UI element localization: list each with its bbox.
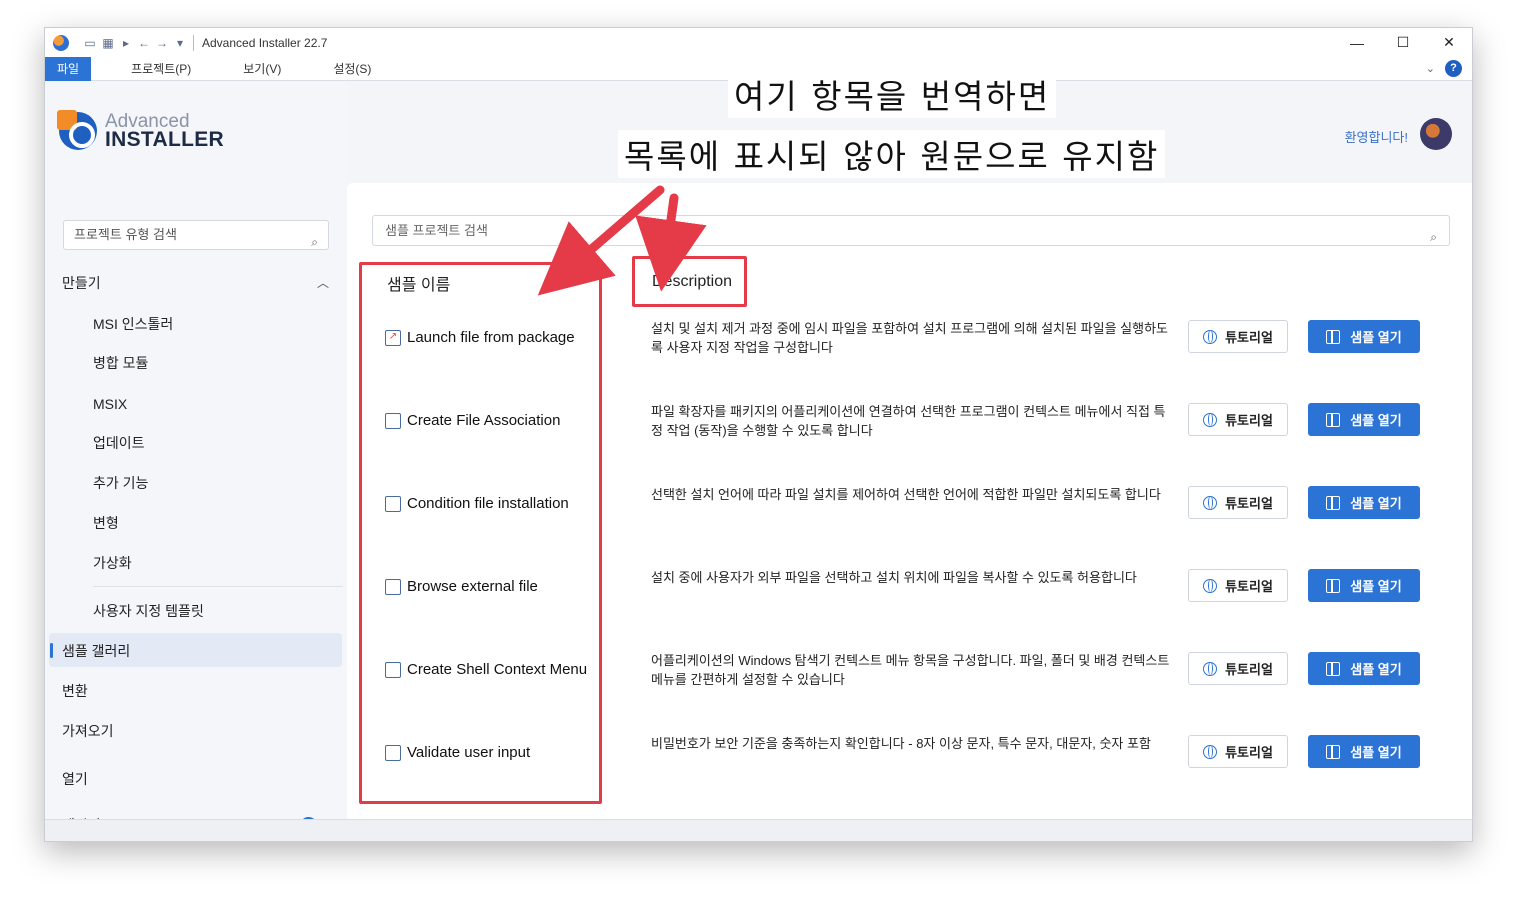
- tutorial-label: 튜토리얼: [1225, 330, 1273, 345]
- help-icon[interactable]: ?: [1445, 60, 1462, 77]
- sample-description: 어플리케이션의 Windows 탐색기 컨텍스트 메뉴 항목을 구성합니다. 파…: [651, 653, 1170, 687]
- sample-description: 파일 확장자를 패키지의 어플리케이션에 연결하여 선택한 프로그램이 컨텍스트…: [651, 404, 1166, 438]
- sidebar-item-update[interactable]: 업데이트: [93, 432, 145, 454]
- open-sample-label: 샘플 열기: [1350, 662, 1402, 677]
- tutorial-label: 튜토리얼: [1225, 579, 1273, 594]
- sidebar-item-sample-gallery[interactable]: 샘플 갤러리: [62, 640, 130, 662]
- sample-search-input[interactable]: 샘플 프로젝트 검색 ⌕: [372, 215, 1450, 246]
- menu-project[interactable]: 프로젝트(P): [119, 57, 203, 81]
- sidebar-item-open[interactable]: 열기: [62, 768, 88, 790]
- logo-line2: INSTALLER: [105, 128, 224, 151]
- annotation-text-line2: 목록에 표시되 않아 원문으로 유지함: [618, 130, 1166, 178]
- sample-search-placeholder: 샘플 프로젝트 검색: [385, 223, 488, 238]
- avatar[interactable]: [1420, 118, 1452, 150]
- window-title: Advanced Installer 22.7: [202, 35, 328, 50]
- open-sample-icon: [1326, 495, 1341, 510]
- sample-description: 비밀번호가 보안 기준을 충족하는지 확인합니다 - 8자 이상 문자, 특수 …: [651, 736, 1151, 751]
- sample-description: 설치 중에 사용자가 외부 파일을 선택하고 설치 위치에 파일을 복사할 수 …: [651, 570, 1137, 585]
- open-sample-button[interactable]: 샘플 열기: [1308, 486, 1420, 519]
- open-sample-label: 샘플 열기: [1350, 330, 1402, 345]
- open-sample-button[interactable]: 샘플 열기: [1308, 569, 1420, 602]
- annotation-box-description: [632, 256, 747, 307]
- globe-icon: [1203, 744, 1218, 759]
- sample-description: 선택한 설치 언어에 따라 파일 설치를 제어하여 선택한 언어에 적합한 파일…: [651, 487, 1161, 502]
- open-sample-label: 샘플 열기: [1350, 413, 1402, 428]
- sidebar-item-virtualization[interactable]: 가상화: [93, 552, 132, 574]
- menu-file[interactable]: 파일: [45, 56, 92, 81]
- sidebar-item-import[interactable]: 가져오기: [62, 720, 114, 742]
- close-button[interactable]: ✕: [1426, 28, 1472, 57]
- open-sample-button[interactable]: 샘플 열기: [1308, 652, 1420, 685]
- dropdown-icon[interactable]: ▾: [173, 36, 187, 50]
- open-sample-button[interactable]: 샘플 열기: [1308, 735, 1420, 768]
- open-sample-button[interactable]: 샘플 열기: [1308, 320, 1420, 353]
- selected-indicator: [50, 643, 53, 658]
- tutorial-button[interactable]: 튜토리얼: [1188, 486, 1288, 519]
- ribbon-collapse-icon[interactable]: ⌄: [1426, 62, 1435, 75]
- annotation-text-line1: 여기 항목을 번역하면: [728, 70, 1057, 118]
- tutorial-label: 튜토리얼: [1225, 662, 1273, 677]
- tutorial-label: 튜토리얼: [1225, 496, 1273, 511]
- back-icon[interactable]: ←: [137, 36, 151, 50]
- annotation-box-sample-names: [359, 262, 602, 804]
- menu-settings[interactable]: 설정(S): [321, 57, 383, 81]
- app-icon: [53, 34, 69, 51]
- open-sample-icon: [1326, 412, 1341, 427]
- logo: Advanced INSTALLER: [57, 110, 224, 151]
- quick-access-toolbar: ▭ ▦ ▸ ← → ▾: [83, 36, 187, 50]
- run-icon[interactable]: ▸: [119, 36, 133, 50]
- minimize-button[interactable]: —: [1334, 28, 1380, 57]
- chevron-up-icon[interactable]: ︿: [317, 274, 329, 291]
- project-type-search[interactable]: 프로젝트 유형 검색 ⌕: [63, 220, 329, 250]
- tutorial-button[interactable]: 튜토리얼: [1188, 403, 1288, 436]
- open-sample-label: 샘플 열기: [1350, 745, 1402, 760]
- open-sample-icon: [1326, 329, 1341, 344]
- title-bar: ▭ ▦ ▸ ← → ▾ Advanced Installer 22.7 — ☐ …: [45, 28, 1472, 57]
- logo-icon: [57, 110, 97, 150]
- globe-icon: [1203, 329, 1218, 344]
- tutorial-button[interactable]: 튜토리얼: [1188, 652, 1288, 685]
- sidebar-item-msi[interactable]: MSI 인스톨러: [93, 313, 173, 335]
- globe-icon: [1203, 495, 1218, 510]
- sidebar-item-convert[interactable]: 변환: [62, 680, 88, 702]
- status-bar: [45, 819, 1472, 841]
- sidebar-item-msix[interactable]: MSIX: [93, 393, 127, 415]
- open-sample-label: 샘플 열기: [1350, 579, 1402, 594]
- tutorial-button[interactable]: 튜토리얼: [1188, 735, 1288, 768]
- project-type-search-placeholder: 프로젝트 유형 검색: [74, 227, 177, 242]
- build-icon[interactable]: ▦: [101, 36, 115, 50]
- sidebar-item-custom-template[interactable]: 사용자 지정 템플릿: [93, 600, 204, 622]
- globe-icon: [1203, 661, 1218, 676]
- tutorial-button[interactable]: 튜토리얼: [1188, 320, 1288, 353]
- globe-icon: [1203, 412, 1218, 427]
- open-sample-button[interactable]: 샘플 열기: [1308, 403, 1420, 436]
- search-icon: ⌕: [311, 235, 318, 249]
- tutorial-label: 튜토리얼: [1225, 413, 1273, 428]
- open-sample-icon: [1326, 578, 1341, 593]
- globe-icon: [1203, 578, 1218, 593]
- maximize-button[interactable]: ☐: [1380, 28, 1426, 57]
- sidebar-item-addon[interactable]: 추가 기능: [93, 472, 148, 494]
- tutorial-label: 튜토리얼: [1225, 745, 1273, 760]
- sidebar: Advanced INSTALLER 프로젝트 유형 검색 ⌕ 만들기 ︿ MS…: [45, 82, 347, 841]
- welcome-text: 환영합니다!: [1344, 130, 1408, 145]
- tutorial-button[interactable]: 튜토리얼: [1188, 569, 1288, 602]
- menu-view[interactable]: 보기(V): [231, 57, 293, 81]
- sidebar-item-merge-module[interactable]: 병합 모듈: [93, 352, 148, 374]
- open-sample-label: 샘플 열기: [1350, 496, 1402, 511]
- save-icon[interactable]: ▭: [83, 36, 97, 50]
- sidebar-item-create[interactable]: 만들기: [62, 272, 101, 294]
- divider: [93, 586, 343, 587]
- forward-icon[interactable]: →: [155, 36, 169, 50]
- sidebar-item-transform[interactable]: 변형: [93, 512, 119, 534]
- open-sample-icon: [1326, 744, 1341, 759]
- open-sample-icon: [1326, 661, 1341, 676]
- search-icon: ⌕: [1430, 230, 1437, 244]
- sample-description: 설치 및 설치 제거 과정 중에 임시 파일을 포함하여 설치 프로그램에 의해…: [651, 321, 1169, 355]
